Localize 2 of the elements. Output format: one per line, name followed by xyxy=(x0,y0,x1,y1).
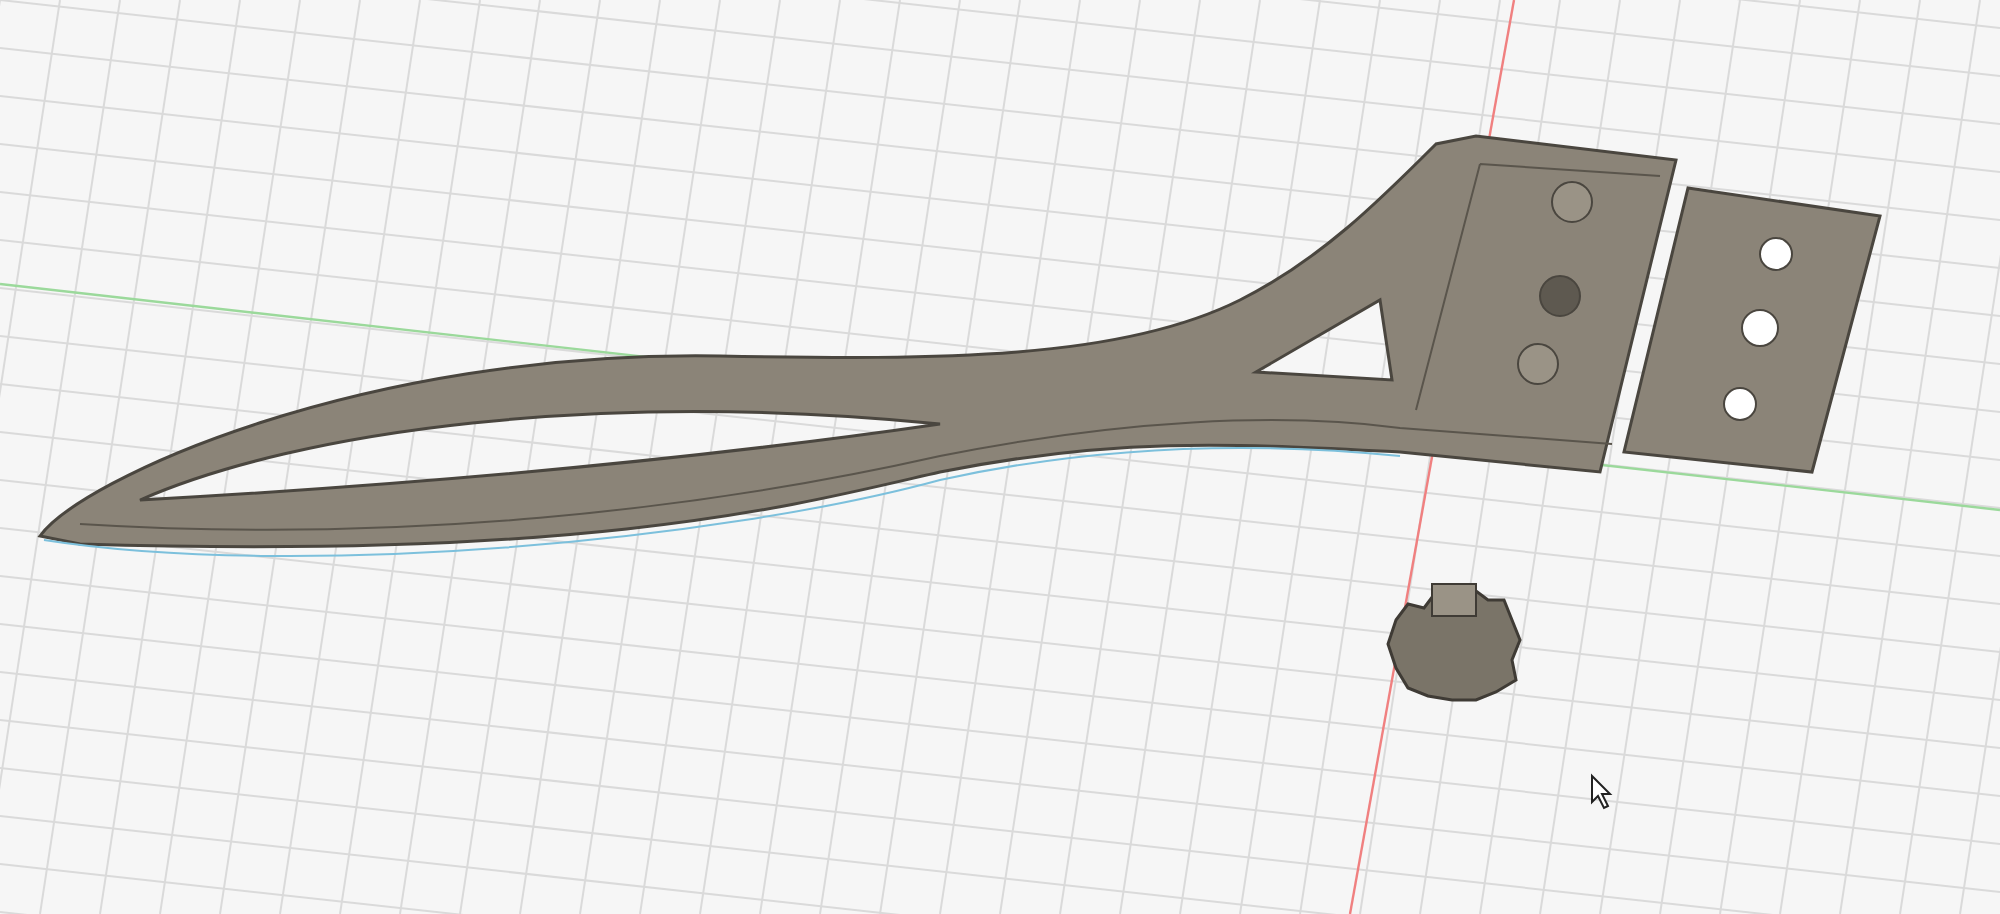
cursor-icon xyxy=(1591,773,1613,810)
knob-drawing xyxy=(1386,583,1522,702)
